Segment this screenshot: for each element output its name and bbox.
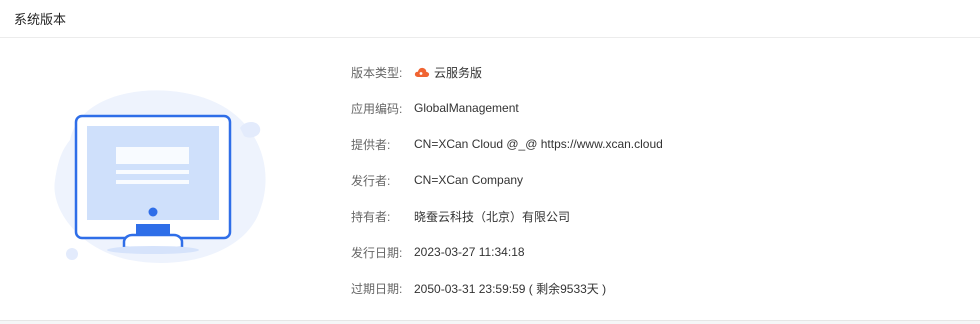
computer-illustration bbox=[54, 90, 266, 263]
version-info-list: 版本类型: 云服务版 应用编码: GlobalManagement 提供者: C… bbox=[351, 54, 663, 306]
info-row-app-code: 应用编码: GlobalManagement bbox=[351, 90, 663, 126]
info-value: CN=XCan Company bbox=[414, 173, 524, 187]
info-value: 2023-03-27 11:34:18 bbox=[414, 245, 525, 259]
info-value: GlobalManagement bbox=[414, 101, 519, 115]
info-label: 提供者: bbox=[351, 137, 391, 152]
info-value: 晓蚕云科技（北京）有限公司 bbox=[414, 209, 571, 224]
info-value: 云服务版 bbox=[414, 64, 482, 81]
info-label: 发行者: bbox=[351, 173, 391, 188]
info-row-provider: 提供者: CN=XCan Cloud @_@ https://www.xcan.… bbox=[351, 126, 663, 162]
info-row-holder: 持有者: 晓蚕云科技（北京）有限公司 bbox=[351, 198, 663, 234]
info-label: 发行日期: bbox=[351, 245, 403, 260]
info-label: 过期日期: bbox=[351, 281, 403, 296]
info-row-expiry-date: 过期日期: 2050-03-31 23:59:59 ( 剩余9533天 ) bbox=[351, 270, 663, 306]
version-type-value: 云服务版 bbox=[434, 65, 483, 80]
info-label: 应用编码: bbox=[351, 101, 403, 116]
info-value: 2050-03-31 23:59:59 ( 剩余9533天 ) bbox=[414, 281, 607, 296]
info-row-version-type: 版本类型: 云服务版 bbox=[351, 54, 663, 90]
card-header: 系统版本 bbox=[0, 0, 980, 38]
info-value: CN=XCan Cloud @_@ https://www.xcan.cloud bbox=[414, 137, 663, 151]
card-title: 系统版本 bbox=[14, 12, 67, 27]
cloud-icon bbox=[414, 67, 430, 77]
info-label: 版本类型: bbox=[351, 65, 403, 80]
info-row-issuer: 发行者: CN=XCan Company bbox=[351, 162, 663, 198]
info-label: 持有者: bbox=[351, 209, 391, 224]
info-row-issue-date: 发行日期: 2023-03-27 11:34:18 bbox=[351, 234, 663, 270]
system-version-card: 系统版本 版本类型: 云服务版 应用编码: GlobalManagement 提… bbox=[0, 0, 980, 321]
